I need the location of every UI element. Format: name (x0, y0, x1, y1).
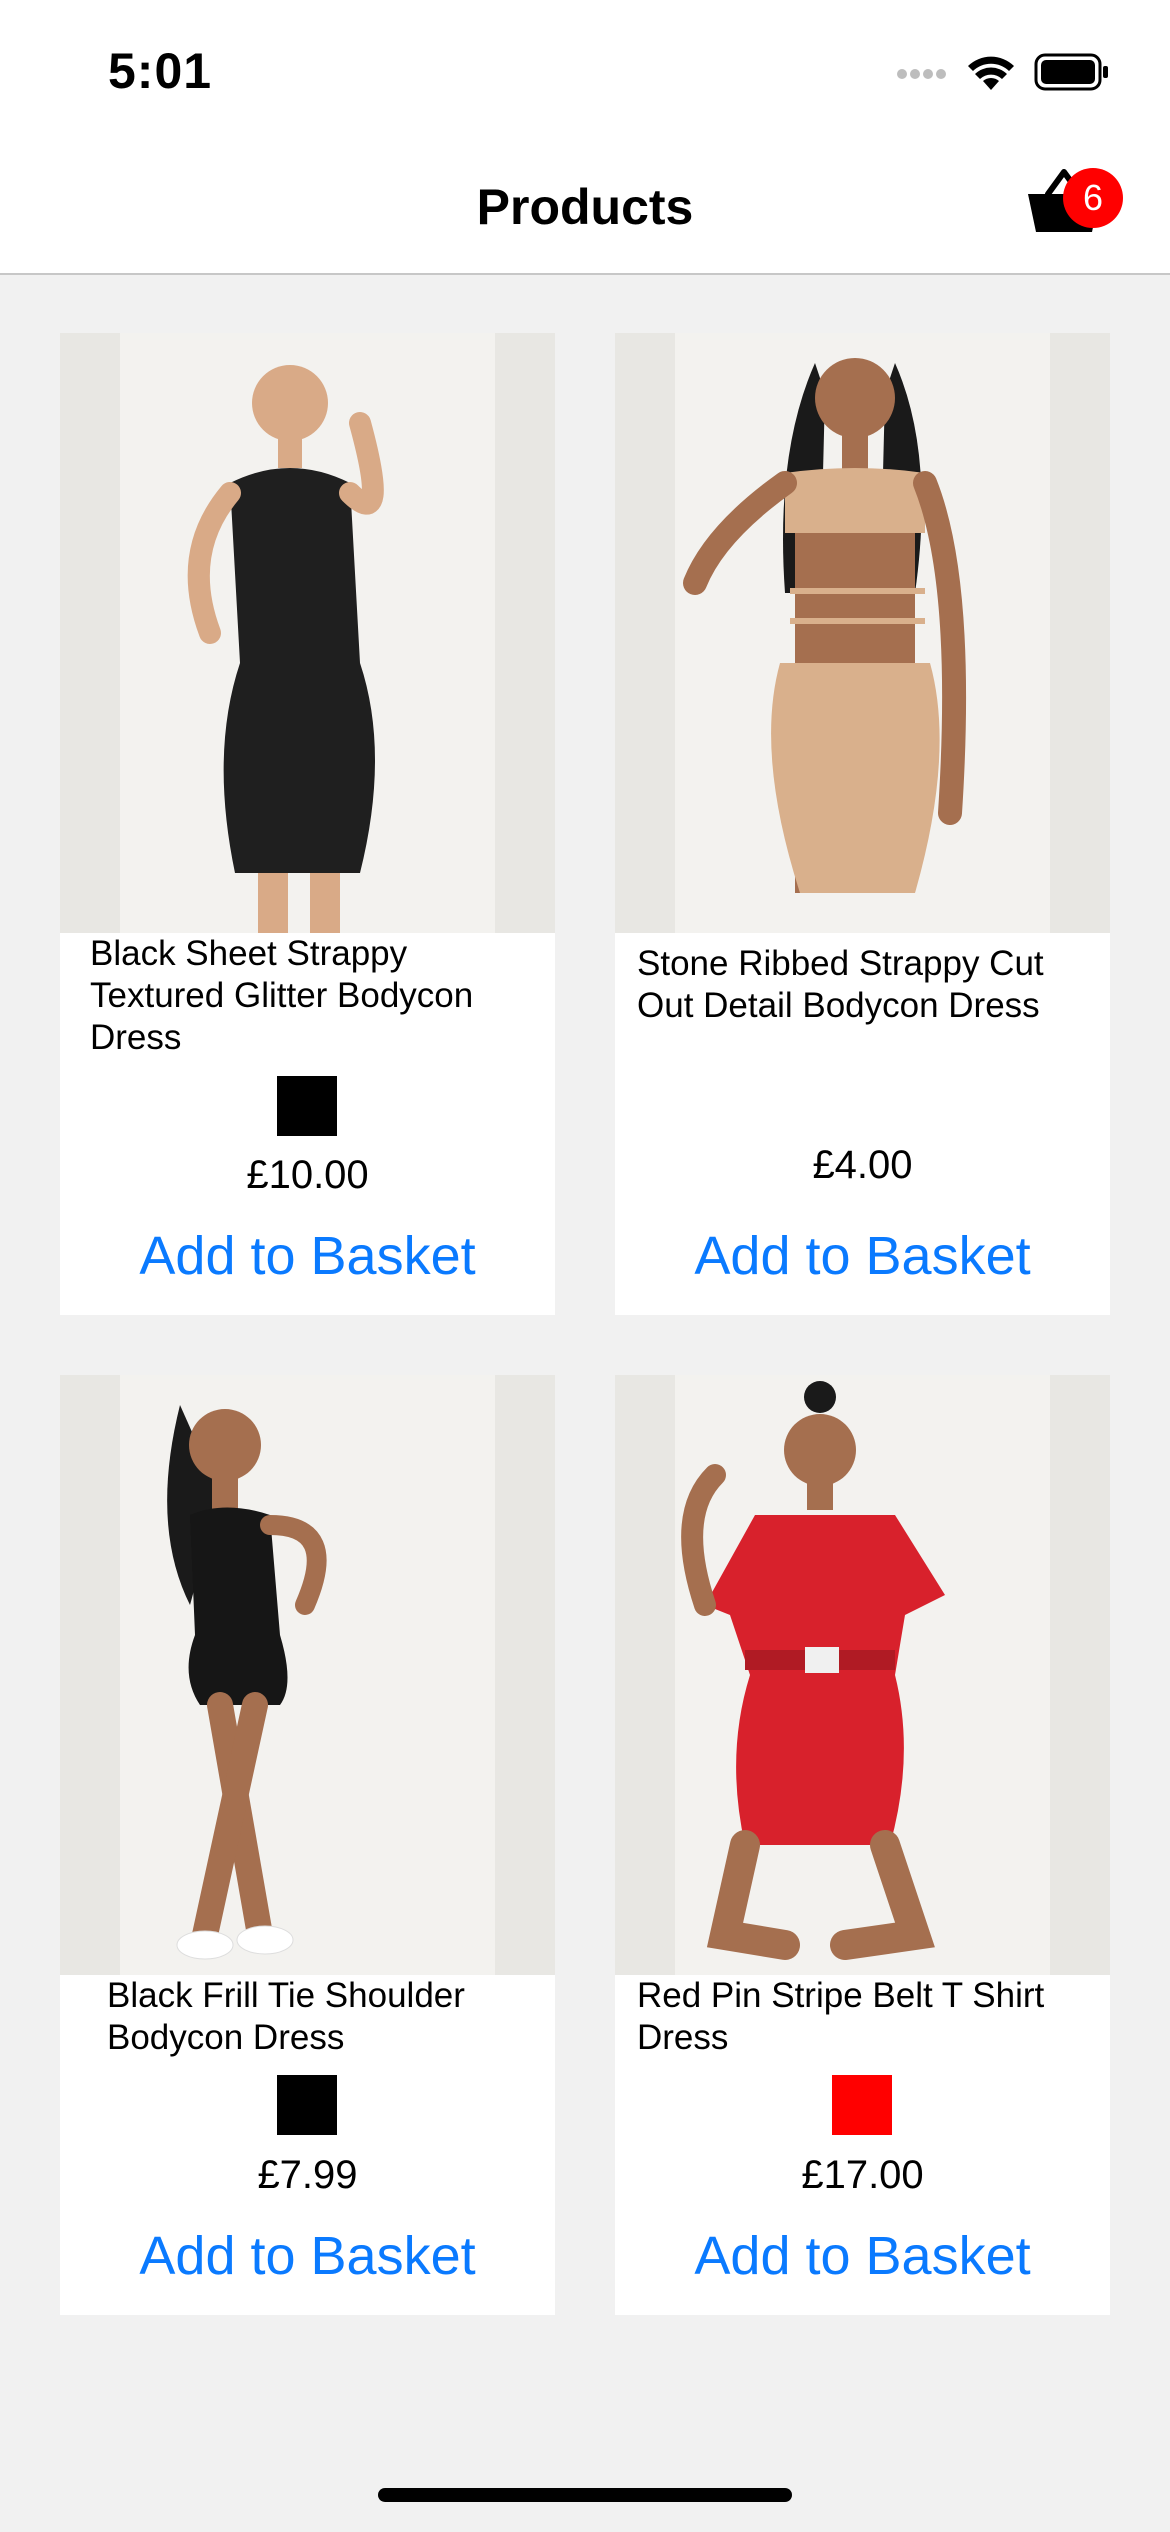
basket-count-badge: 6 (1063, 168, 1123, 228)
product-image (60, 333, 555, 933)
product-image (615, 333, 1110, 933)
product-title: Red Pin Stripe Belt T Shirt Dress (637, 1976, 1045, 2057)
page-title: Products (476, 179, 694, 235)
navigation-bar: Products (0, 140, 1170, 275)
home-indicator[interactable] (378, 2488, 792, 2502)
product-card: Stone Ribbed Strappy Cut Out Detail Body… (615, 333, 1110, 1315)
status-bar: 5:01 (0, 0, 1170, 140)
product-image (60, 1375, 555, 1975)
add-to-basket-button[interactable]: Add to Basket (60, 2225, 555, 2287)
product-card: Black Frill Tie Shoulder Bodycon Dress £… (60, 1375, 555, 2315)
product-price: £17.00 (801, 2153, 924, 2197)
color-swatch[interactable] (277, 1076, 337, 1136)
add-to-basket-button[interactable]: Add to Basket (60, 1225, 555, 1287)
color-swatch[interactable] (277, 2075, 337, 2135)
color-swatch[interactable] (832, 2075, 892, 2135)
status-icons (896, 52, 1110, 92)
product-card: Black Sheet Strappy Textured Glitter Bod… (60, 333, 555, 1315)
product-price: £4.00 (812, 1143, 913, 1187)
product-price: £10.00 (246, 1153, 369, 1197)
product-price: £7.99 (257, 2153, 358, 2197)
product-title: Black Sheet Strappy Textured Glitter Bod… (90, 934, 474, 1057)
battery-icon (1034, 53, 1108, 91)
product-title: Stone Ribbed Strappy Cut Out Detail Body… (637, 944, 1044, 1025)
product-card: Red Pin Stripe Belt T Shirt Dress £17.00… (615, 1375, 1110, 2315)
status-time: 5:01 (108, 43, 213, 99)
wifi-icon (968, 56, 1014, 90)
add-to-basket-button[interactable]: Add to Basket (615, 2225, 1110, 2287)
product-title: Black Frill Tie Shoulder Bodycon Dress (107, 1976, 465, 2057)
product-image (615, 1375, 1110, 1975)
cellular-signal-icon (897, 69, 946, 79)
add-to-basket-button[interactable]: Add to Basket (615, 1225, 1110, 1287)
